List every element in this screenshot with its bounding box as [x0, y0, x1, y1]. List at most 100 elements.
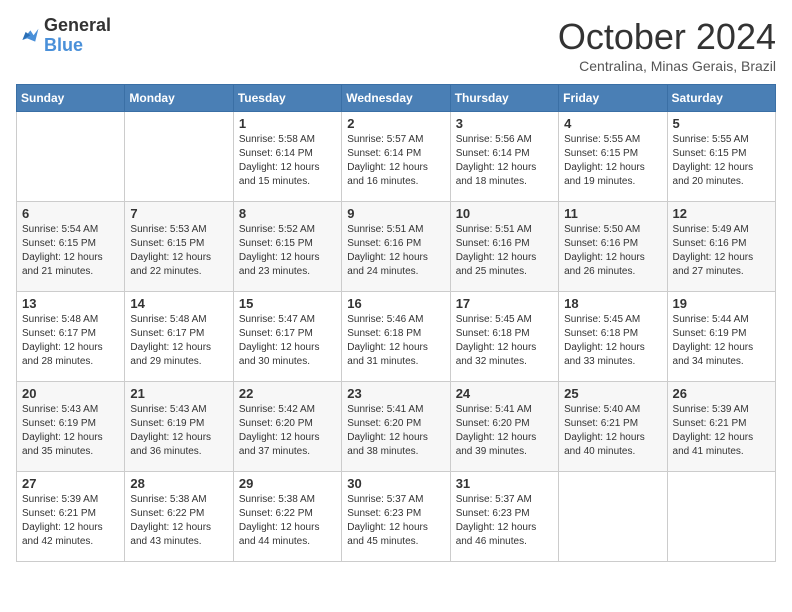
day-info: Sunrise: 5:43 AM Sunset: 6:19 PM Dayligh… — [22, 403, 119, 459]
calendar-cell: 10 Sunrise: 5:51 AM Sunset: 6:16 PM Dayli… — [450, 202, 558, 292]
weekday-header-friday: Friday — [559, 85, 667, 112]
calendar-week-row: 20 Sunrise: 5:43 AM Sunset: 6:19 PM Dayli… — [17, 382, 776, 472]
day-number: 6 — [22, 206, 119, 221]
day-number: 19 — [673, 296, 770, 311]
day-info: Sunrise: 5:39 AM Sunset: 6:21 PM Dayligh… — [22, 493, 119, 549]
logo-text: General Blue — [44, 16, 111, 56]
calendar-cell: 23 Sunrise: 5:41 AM Sunset: 6:20 PM Dayli… — [342, 382, 450, 472]
calendar-week-row: 13Sunrise: 5:48 AM Sunset: 6:17 PM Dayli… — [17, 292, 776, 382]
day-number: 9 — [347, 206, 444, 221]
calendar-cell: 20 Sunrise: 5:43 AM Sunset: 6:19 PM Dayli… — [17, 382, 125, 472]
calendar-cell: 26 Sunrise: 5:39 AM Sunset: 6:21 PM Dayli… — [667, 382, 775, 472]
day-number: 10 — [456, 206, 553, 221]
day-number: 7 — [130, 206, 227, 221]
day-number: 28 — [130, 476, 227, 491]
calendar-table: SundayMondayTuesdayWednesdayThursdayFrid… — [16, 84, 776, 562]
weekday-header-monday: Monday — [125, 85, 233, 112]
day-info: Sunrise: 5:45 AM Sunset: 6:18 PM Dayligh… — [564, 313, 661, 369]
calendar-week-row: 27 Sunrise: 5:39 AM Sunset: 6:21 PM Dayli… — [17, 472, 776, 562]
day-info: Sunrise: 5:56 AM Sunset: 6:14 PM Dayligh… — [456, 133, 553, 189]
calendar-week-row: 6 Sunrise: 5:54 AM Sunset: 6:15 PM Daylig… — [17, 202, 776, 292]
calendar-cell: 6 Sunrise: 5:54 AM Sunset: 6:15 PM Daylig… — [17, 202, 125, 292]
day-number: 17 — [456, 296, 553, 311]
day-number: 29 — [239, 476, 336, 491]
day-number: 27 — [22, 476, 119, 491]
day-info: Sunrise: 5:41 AM Sunset: 6:20 PM Dayligh… — [347, 403, 444, 459]
calendar-cell — [559, 472, 667, 562]
calendar-cell: 15Sunrise: 5:47 AM Sunset: 6:17 PM Dayli… — [233, 292, 341, 382]
day-number: 25 — [564, 386, 661, 401]
calendar-cell: 2Sunrise: 5:57 AM Sunset: 6:14 PM Daylig… — [342, 112, 450, 202]
calendar-cell: 30 Sunrise: 5:37 AM Sunset: 6:23 PM Dayli… — [342, 472, 450, 562]
calendar-week-row: 1 Sunrise: 5:58 AM Sunset: 6:14 PM Daylig… — [17, 112, 776, 202]
day-info: Sunrise: 5:57 AM Sunset: 6:14 PM Dayligh… — [347, 133, 444, 189]
day-number: 23 — [347, 386, 444, 401]
calendar-cell: 14Sunrise: 5:48 AM Sunset: 6:17 PM Dayli… — [125, 292, 233, 382]
calendar-cell: 3 Sunrise: 5:56 AM Sunset: 6:14 PM Daylig… — [450, 112, 558, 202]
calendar-cell: 27 Sunrise: 5:39 AM Sunset: 6:21 PM Dayli… — [17, 472, 125, 562]
calendar-cell: 21Sunrise: 5:43 AM Sunset: 6:19 PM Dayli… — [125, 382, 233, 472]
day-number: 16 — [347, 296, 444, 311]
day-number: 18 — [564, 296, 661, 311]
weekday-header-thursday: Thursday — [450, 85, 558, 112]
location-subtitle: Centralina, Minas Gerais, Brazil — [558, 58, 776, 74]
weekday-header-wednesday: Wednesday — [342, 85, 450, 112]
day-info: Sunrise: 5:50 AM Sunset: 6:16 PM Dayligh… — [564, 223, 661, 279]
day-number: 4 — [564, 116, 661, 131]
day-number: 26 — [673, 386, 770, 401]
day-number: 24 — [456, 386, 553, 401]
calendar-cell: 31 Sunrise: 5:37 AM Sunset: 6:23 PM Dayli… — [450, 472, 558, 562]
day-number: 20 — [22, 386, 119, 401]
title-block: October 2024 Centralina, Minas Gerais, B… — [558, 16, 776, 74]
day-info: Sunrise: 5:45 AM Sunset: 6:18 PM Dayligh… — [456, 313, 553, 369]
day-info: Sunrise: 5:54 AM Sunset: 6:15 PM Dayligh… — [22, 223, 119, 279]
weekday-header-row: SundayMondayTuesdayWednesdayThursdayFrid… — [17, 85, 776, 112]
calendar-cell: 28 Sunrise: 5:38 AM Sunset: 6:22 PM Dayli… — [125, 472, 233, 562]
day-info: Sunrise: 5:58 AM Sunset: 6:14 PM Dayligh… — [239, 133, 336, 189]
calendar-cell: 8 Sunrise: 5:52 AM Sunset: 6:15 PM Daylig… — [233, 202, 341, 292]
logo: General Blue — [16, 16, 111, 56]
calendar-cell: 7 Sunrise: 5:53 AM Sunset: 6:15 PM Daylig… — [125, 202, 233, 292]
day-number: 31 — [456, 476, 553, 491]
calendar-cell: 4 Sunrise: 5:55 AM Sunset: 6:15 PM Daylig… — [559, 112, 667, 202]
day-info: Sunrise: 5:39 AM Sunset: 6:21 PM Dayligh… — [673, 403, 770, 459]
day-info: Sunrise: 5:51 AM Sunset: 6:16 PM Dayligh… — [456, 223, 553, 279]
day-info: Sunrise: 5:37 AM Sunset: 6:23 PM Dayligh… — [456, 493, 553, 549]
calendar-cell: 24 Sunrise: 5:41 AM Sunset: 6:20 PM Dayli… — [450, 382, 558, 472]
weekday-header-tuesday: Tuesday — [233, 85, 341, 112]
day-info: Sunrise: 5:38 AM Sunset: 6:22 PM Dayligh… — [239, 493, 336, 549]
day-number: 8 — [239, 206, 336, 221]
calendar-cell: 13Sunrise: 5:48 AM Sunset: 6:17 PM Dayli… — [17, 292, 125, 382]
day-number: 1 — [239, 116, 336, 131]
calendar-cell: 22Sunrise: 5:42 AM Sunset: 6:20 PM Dayli… — [233, 382, 341, 472]
page-header: General Blue October 2024 Centralina, Mi… — [16, 16, 776, 74]
calendar-cell: 18 Sunrise: 5:45 AM Sunset: 6:18 PM Dayli… — [559, 292, 667, 382]
month-title: October 2024 — [558, 16, 776, 58]
day-info: Sunrise: 5:38 AM Sunset: 6:22 PM Dayligh… — [130, 493, 227, 549]
day-info: Sunrise: 5:51 AM Sunset: 6:16 PM Dayligh… — [347, 223, 444, 279]
day-number: 5 — [673, 116, 770, 131]
calendar-cell: 25Sunrise: 5:40 AM Sunset: 6:21 PM Dayli… — [559, 382, 667, 472]
day-info: Sunrise: 5:53 AM Sunset: 6:15 PM Dayligh… — [130, 223, 227, 279]
day-number: 3 — [456, 116, 553, 131]
day-info: Sunrise: 5:48 AM Sunset: 6:17 PM Dayligh… — [22, 313, 119, 369]
day-info: Sunrise: 5:37 AM Sunset: 6:23 PM Dayligh… — [347, 493, 444, 549]
logo-blue-text: Blue — [44, 35, 83, 55]
day-info: Sunrise: 5:55 AM Sunset: 6:15 PM Dayligh… — [564, 133, 661, 189]
day-info: Sunrise: 5:41 AM Sunset: 6:20 PM Dayligh… — [456, 403, 553, 459]
day-info: Sunrise: 5:44 AM Sunset: 6:19 PM Dayligh… — [673, 313, 770, 369]
weekday-header-saturday: Saturday — [667, 85, 775, 112]
day-info: Sunrise: 5:42 AM Sunset: 6:20 PM Dayligh… — [239, 403, 336, 459]
day-number: 11 — [564, 206, 661, 221]
day-number: 14 — [130, 296, 227, 311]
day-info: Sunrise: 5:49 AM Sunset: 6:16 PM Dayligh… — [673, 223, 770, 279]
calendar-cell: 12Sunrise: 5:49 AM Sunset: 6:16 PM Dayli… — [667, 202, 775, 292]
calendar-cell — [17, 112, 125, 202]
day-info: Sunrise: 5:55 AM Sunset: 6:15 PM Dayligh… — [673, 133, 770, 189]
logo-general-text: General — [44, 15, 111, 35]
day-info: Sunrise: 5:52 AM Sunset: 6:15 PM Dayligh… — [239, 223, 336, 279]
day-number: 30 — [347, 476, 444, 491]
calendar-cell: 9 Sunrise: 5:51 AM Sunset: 6:16 PM Daylig… — [342, 202, 450, 292]
calendar-cell: 16Sunrise: 5:46 AM Sunset: 6:18 PM Dayli… — [342, 292, 450, 382]
logo-bird-icon — [16, 24, 40, 48]
